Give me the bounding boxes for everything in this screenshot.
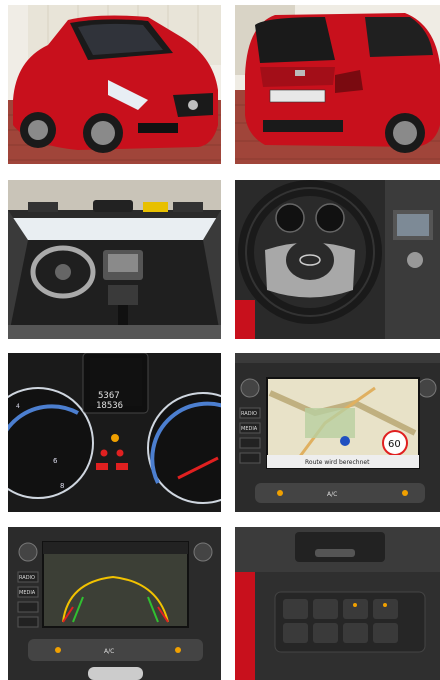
warning-light-icon — [111, 434, 119, 442]
photo-gallery: 5367 18536 4 6 8 60 Route wird berechnet… — [0, 0, 440, 680]
photo-car-front[interactable] — [8, 5, 221, 164]
photo-instrument-cluster[interactable]: 5367 18536 4 6 8 — [8, 353, 221, 512]
svg-text:8: 8 — [60, 482, 64, 490]
switch-panel-image — [235, 527, 440, 680]
dashboard-image — [8, 180, 221, 339]
ac-label-2: A/C — [104, 648, 114, 655]
steering-wheel-image — [235, 180, 440, 339]
photo-steering-wheel[interactable] — [235, 180, 440, 339]
media-button-label-2: MEDIA — [19, 590, 36, 596]
svg-text:4: 4 — [16, 403, 20, 410]
ac-label: A/C — [327, 491, 337, 498]
radio-button-label-2: RADIO — [19, 575, 35, 581]
photo-navigation[interactable]: 60 Route wird berechnet RADIO MEDIA A/C — [235, 353, 440, 512]
car-front-image — [8, 5, 221, 164]
trip-text: 18536 — [96, 401, 123, 411]
media-button-label: MEDIA — [241, 426, 258, 432]
car-rear-image — [235, 5, 440, 164]
photo-dashboard[interactable] — [8, 180, 221, 339]
photo-switch-panel[interactable] — [235, 527, 440, 680]
photo-reverse-camera[interactable]: RADIO MEDIA A/C — [8, 527, 221, 680]
reverse-camera-image: RADIO MEDIA A/C — [8, 527, 221, 680]
route-status-text: Route wird berechnet — [305, 459, 370, 466]
navigation-image: 60 Route wird berechnet RADIO MEDIA A/C — [235, 353, 440, 512]
photo-car-rear[interactable] — [235, 5, 440, 164]
svg-text:6: 6 — [53, 457, 58, 465]
odometer-text: 5367 — [98, 391, 120, 401]
speed-limit-text: 60 — [388, 439, 401, 450]
radio-button-label: RADIO — [241, 411, 257, 417]
cluster-image: 5367 18536 4 6 8 — [8, 353, 221, 512]
